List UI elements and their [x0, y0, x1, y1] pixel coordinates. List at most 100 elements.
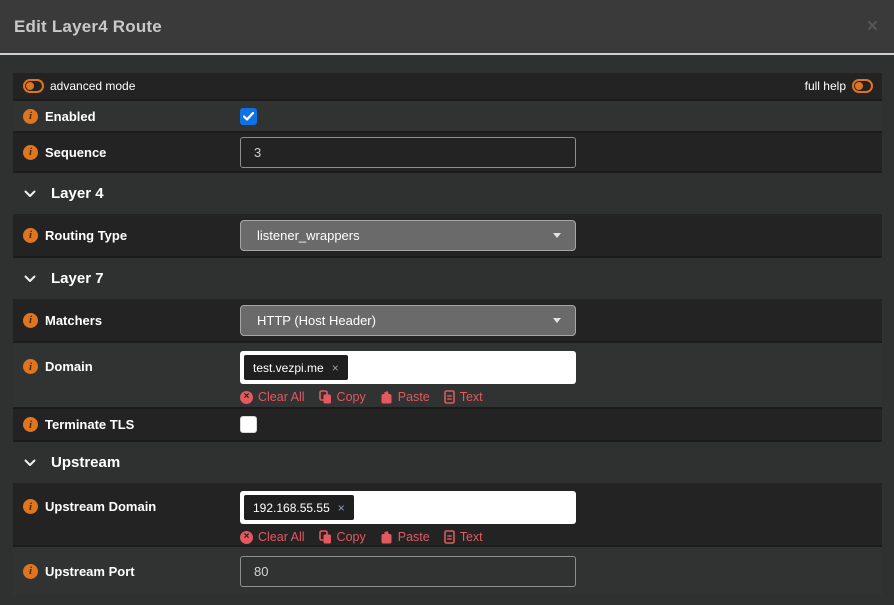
paste-label: Paste	[398, 530, 430, 544]
sequence-label-cell: i Sequence	[13, 145, 240, 160]
domain-row: i Domain test.vezpi.me × × Clear All	[13, 343, 882, 409]
domain-control: test.vezpi.me × × Clear All Copy	[240, 343, 882, 404]
full-help-toggle-group[interactable]: full help	[805, 79, 873, 93]
section-layer7[interactable]: Layer 7	[13, 258, 882, 299]
info-icon[interactable]: i	[23, 499, 38, 514]
info-icon[interactable]: i	[23, 109, 38, 124]
help-toggles-row: advanced mode full help	[13, 73, 882, 101]
copy-icon	[319, 530, 332, 544]
info-icon[interactable]: i	[23, 359, 38, 374]
upstream-port-control	[240, 556, 882, 587]
clear-all-button[interactable]: × Clear All	[240, 390, 305, 404]
routing-type-selected-value: listener_wrappers	[257, 228, 360, 243]
sequence-control	[240, 137, 882, 168]
text-button[interactable]: Text	[444, 390, 483, 404]
dialog-title: Edit Layer4 Route	[14, 17, 162, 37]
copy-icon	[319, 390, 332, 404]
file-text-icon	[444, 530, 455, 544]
clear-all-icon: ×	[240, 531, 253, 544]
copy-label: Copy	[337, 530, 366, 544]
routing-type-control: listener_wrappers	[240, 220, 882, 251]
enabled-label: Enabled	[45, 109, 96, 124]
matchers-label: Matchers	[45, 313, 102, 328]
domain-label-cell: i Domain	[13, 359, 240, 374]
remove-token-icon[interactable]: ×	[338, 502, 345, 514]
check-icon	[243, 112, 254, 121]
enabled-checkbox[interactable]	[240, 108, 257, 125]
full-help-toggle-icon[interactable]	[852, 79, 873, 93]
terminate-tls-label-cell: i Terminate TLS	[13, 417, 240, 432]
remove-token-icon[interactable]: ×	[332, 362, 339, 374]
info-icon[interactable]: i	[23, 417, 38, 432]
section-upstream-label: Upstream	[51, 454, 120, 471]
info-icon[interactable]: i	[23, 145, 38, 160]
caret-down-icon	[553, 233, 561, 238]
upstream-domain-token-actions: × Clear All Copy Paste Text	[240, 530, 882, 544]
upstream-domain-token-text: 192.168.55.55	[253, 501, 330, 515]
terminate-tls-label: Terminate TLS	[45, 417, 134, 432]
text-label: Text	[460, 530, 483, 544]
enabled-row: i Enabled	[13, 101, 882, 133]
dialog-titlebar: Edit Layer4 Route ×	[0, 0, 894, 55]
info-icon[interactable]: i	[23, 228, 38, 243]
routing-type-label: Routing Type	[45, 228, 127, 243]
advanced-mode-toggle-group[interactable]: advanced mode	[23, 79, 135, 93]
file-text-icon	[444, 390, 455, 404]
upstream-domain-label-cell: i Upstream Domain	[13, 499, 240, 514]
domain-token-chip: test.vezpi.me ×	[244, 355, 348, 380]
enabled-label-cell: i Enabled	[13, 109, 240, 124]
paste-icon	[380, 390, 393, 404]
paste-label: Paste	[398, 390, 430, 404]
matchers-label-cell: i Matchers	[13, 313, 240, 328]
sequence-row: i Sequence	[13, 133, 882, 173]
close-icon[interactable]: ×	[867, 17, 878, 36]
matchers-row: i Matchers HTTP (Host Header)	[13, 299, 882, 343]
upstream-port-input[interactable]	[240, 556, 576, 587]
dialog-body: advanced mode full help i Enabled i	[0, 55, 894, 595]
section-upstream[interactable]: Upstream	[13, 442, 882, 483]
upstream-domain-label: Upstream Domain	[45, 499, 156, 514]
upstream-domain-row: i Upstream Domain 192.168.55.55 × × Clea…	[13, 483, 882, 547]
text-button[interactable]: Text	[444, 530, 483, 544]
chevron-down-icon	[24, 190, 36, 198]
section-layer4[interactable]: Layer 4	[13, 173, 882, 214]
domain-token-actions: × Clear All Copy Paste Text	[240, 390, 882, 404]
full-help-label: full help	[805, 79, 846, 93]
upstream-domain-token-input[interactable]: 192.168.55.55 ×	[240, 491, 576, 524]
terminate-tls-row: i Terminate TLS	[13, 409, 882, 442]
routing-type-label-cell: i Routing Type	[13, 228, 240, 243]
matchers-control: HTTP (Host Header)	[240, 305, 882, 336]
terminate-tls-control	[240, 416, 882, 433]
clear-all-label: Clear All	[258, 390, 305, 404]
upstream-domain-token-chip: 192.168.55.55 ×	[244, 495, 354, 520]
edit-layer4-route-dialog: Edit Layer4 Route × advanced mode full h…	[0, 0, 894, 605]
paste-icon	[380, 530, 393, 544]
paste-button[interactable]: Paste	[380, 390, 430, 404]
matchers-selected-value: HTTP (Host Header)	[257, 313, 376, 328]
paste-button[interactable]: Paste	[380, 530, 430, 544]
upstream-domain-control: 192.168.55.55 × × Clear All Copy	[240, 483, 882, 544]
info-icon[interactable]: i	[23, 313, 38, 328]
copy-button[interactable]: Copy	[319, 530, 366, 544]
chevron-down-icon	[24, 275, 36, 283]
matchers-select[interactable]: HTTP (Host Header)	[240, 305, 576, 336]
clear-all-icon: ×	[240, 391, 253, 404]
upstream-port-label-cell: i Upstream Port	[13, 564, 240, 579]
sequence-label: Sequence	[45, 145, 106, 160]
domain-label: Domain	[45, 359, 93, 374]
section-layer4-label: Layer 4	[51, 185, 104, 202]
domain-token-input[interactable]: test.vezpi.me ×	[240, 351, 576, 384]
clear-all-button[interactable]: × Clear All	[240, 530, 305, 544]
text-label: Text	[460, 390, 483, 404]
upstream-port-label: Upstream Port	[45, 564, 135, 579]
advanced-mode-toggle-icon[interactable]	[23, 79, 44, 93]
copy-button[interactable]: Copy	[319, 390, 366, 404]
sequence-input[interactable]	[240, 137, 576, 168]
terminate-tls-checkbox[interactable]	[240, 416, 257, 433]
routing-type-select[interactable]: listener_wrappers	[240, 220, 576, 251]
domain-token-text: test.vezpi.me	[253, 361, 324, 375]
advanced-mode-label: advanced mode	[50, 79, 135, 93]
info-icon[interactable]: i	[23, 564, 38, 579]
section-layer7-label: Layer 7	[51, 270, 104, 287]
copy-label: Copy	[337, 390, 366, 404]
